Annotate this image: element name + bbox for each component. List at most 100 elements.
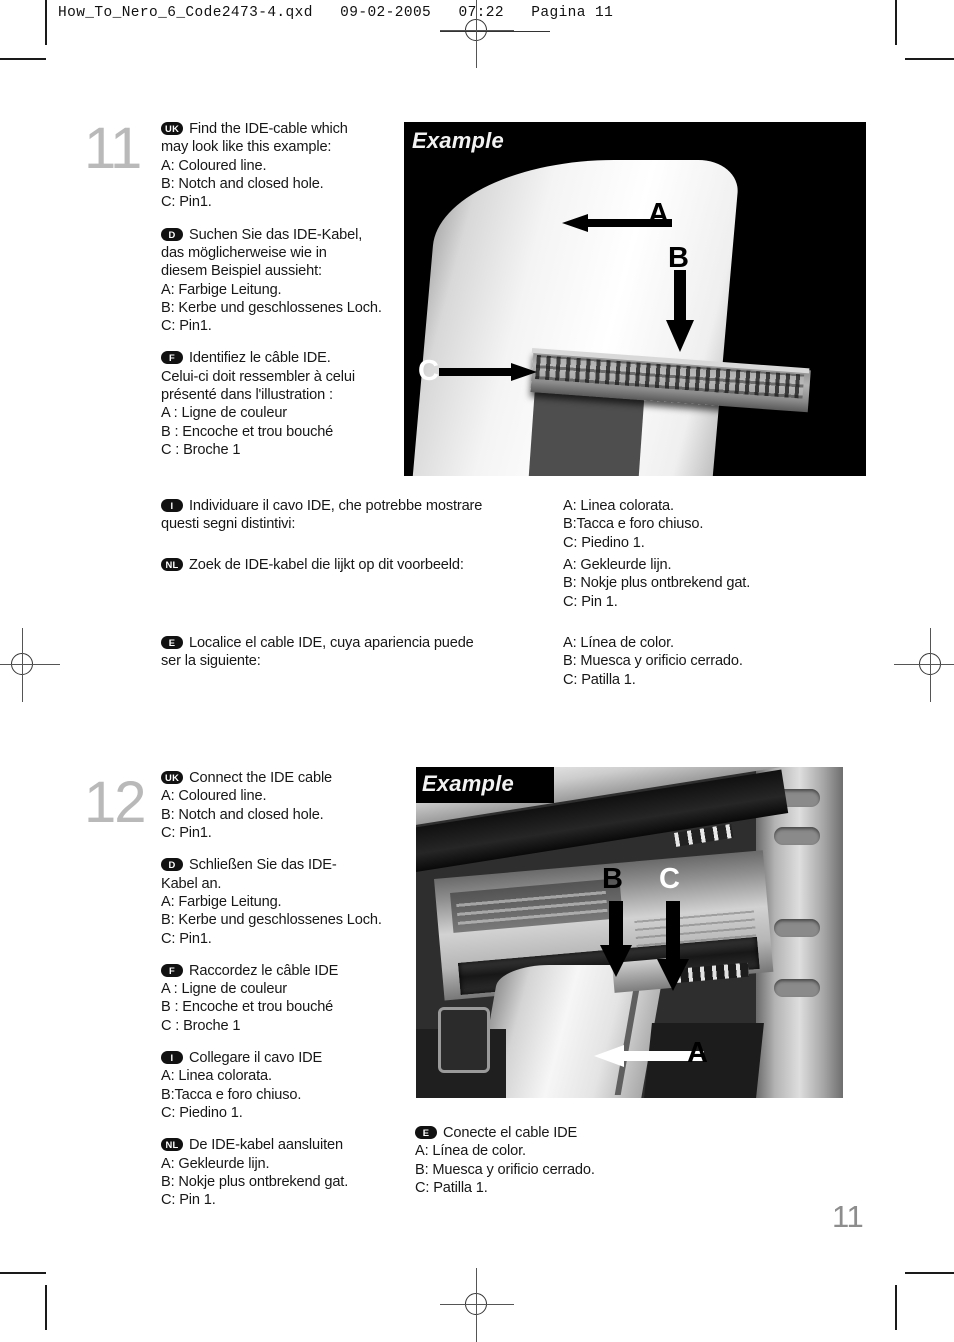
- paragraph-line: NL Zoek de IDE-kabel die lijkt op dit voo…: [161, 556, 551, 574]
- paragraph-line: A: Línea de color.: [563, 635, 674, 651]
- callout-letter-a: A: [687, 1037, 708, 1069]
- paragraph-line: I Individuare il cavo IDE, che potrebbe m…: [161, 497, 551, 515]
- crop-mark-top-right-vertical: [895, 0, 897, 45]
- language-flag-nl: NL: [161, 1138, 183, 1152]
- step-number-12: 12: [84, 770, 146, 835]
- language-flag-uk: UK: [161, 771, 184, 784]
- paragraph-line: A : Ligne de couleur: [161, 405, 288, 422]
- callout-letter-a: A: [648, 198, 669, 230]
- crop-mark-bottom-right-horizontal: [905, 1272, 954, 1274]
- paragraph-line: E Conecte el cable IDE: [415, 1124, 715, 1142]
- language-flag-d: D: [161, 227, 183, 241]
- paragraph-line: B: Notch and closed hole.: [161, 806, 324, 823]
- paragraph-line: B:Tacca e foro chiuso.: [563, 516, 704, 533]
- language-flag-e: E: [415, 1126, 437, 1139]
- callout-letter-c: C: [418, 355, 439, 387]
- paragraph-line: B: Kerbe und geschlossenes Loch.: [161, 912, 382, 929]
- paragraph-line: B:Tacca e foro chiuso.: [161, 1086, 302, 1103]
- page-number: 11: [832, 1199, 864, 1234]
- paragraph-line: B: Notch and closed hole.: [161, 175, 324, 192]
- step-11-row-e-left: E Localice el cable IDE, cuya apariencia …: [161, 634, 551, 671]
- step-11-row-i-left: I Individuare il cavo IDE, che potrebbe m…: [161, 497, 551, 534]
- registration-mark-bottom: [440, 1268, 514, 1342]
- callout-letter-c: C: [659, 863, 680, 895]
- paragraph-line: B: Muesca y orificio cerrado.: [415, 1161, 595, 1178]
- paragraph-line: A: Línea de color.: [415, 1143, 526, 1160]
- paragraph-line: E Localice el cable IDE, cuya apariencia …: [161, 634, 551, 652]
- crop-mark-top-right-horizontal: [905, 58, 954, 60]
- paragraph-line: B: Muesca y orificio cerrado.: [563, 653, 743, 670]
- crop-mark-bottom-right-vertical: [895, 1285, 897, 1330]
- paragraph-line: Kabel an.: [161, 875, 222, 892]
- paragraph-line: F Raccordez le câble IDE: [161, 962, 411, 980]
- language-flag-i: I: [161, 499, 183, 512]
- paragraph-line: may look like this example:: [161, 139, 332, 156]
- paragraph-line: C: Pin 1.: [161, 1192, 216, 1209]
- step-12-photo: Example B C A: [416, 767, 843, 1098]
- crop-mark-top-left-vertical: [45, 0, 47, 45]
- prepress-slug-line: How_To_Nero_6_Code2473-4.qxd 09-02-2005 …: [58, 5, 614, 21]
- callout-arrow-b: [666, 270, 694, 352]
- paragraph-line: D Schließen Sie das IDE-: [161, 856, 411, 874]
- paragraph-it: I Collegare il cavo IDE A: Linea colorata…: [161, 1049, 411, 1122]
- paragraph-fr: F Raccordez le câble IDE A : Ligne de cou…: [161, 962, 411, 1035]
- paragraph-line: A: Coloured line.: [161, 788, 267, 805]
- paragraph-line: A: Gekleurde lijn.: [161, 1155, 270, 1172]
- paragraph-nl: NL De IDE-kabel aansluiten A: Gekleurde l…: [161, 1136, 411, 1209]
- paragraph-line: C: Pin 1.: [563, 593, 618, 610]
- paragraph-line: B: Nokje plus ontbrekend gat.: [563, 575, 751, 592]
- callout-arrow-c: [439, 363, 537, 381]
- rail-slot-4: [774, 979, 820, 997]
- callout-letter-b: B: [602, 863, 623, 895]
- language-flag-i: I: [161, 1051, 183, 1065]
- paragraph-line: diesem Beispiel aussieht:: [161, 263, 322, 280]
- paragraph-line: A: Coloured line.: [161, 157, 267, 174]
- language-flag-e: E: [161, 636, 183, 649]
- step-number-11: 11: [84, 116, 142, 181]
- crop-mark-bottom-left-horizontal: [0, 1272, 46, 1274]
- step-11-row-nl-left: NL Zoek de IDE-kabel die lijkt op dit voo…: [161, 556, 551, 574]
- paragraph-line: B: Kerbe und geschlossenes Loch.: [161, 299, 382, 316]
- paragraph-line: D Suchen Sie das IDE-Kabel,: [161, 226, 401, 244]
- language-flag-f: F: [161, 351, 183, 365]
- paragraph-line: A : Ligne de couleur: [161, 981, 288, 998]
- registration-mark-right: [894, 628, 954, 702]
- paragraph-line: questi segni distintivi:: [161, 516, 296, 533]
- callout-letter-b: B: [668, 242, 689, 274]
- paragraph-line: C: Pin1.: [161, 318, 212, 335]
- step-11-photo: Example A B C: [404, 122, 866, 476]
- rail-slot-3: [774, 919, 820, 937]
- paragraph-fr: F Identifiez le câble IDE. Celui-ci doit …: [161, 349, 401, 459]
- paragraph-line: C: Patilla 1.: [415, 1179, 488, 1196]
- paragraph-line: C : Broche 1: [161, 442, 241, 458]
- rail-slot-2: [774, 827, 820, 845]
- language-flag-f: F: [161, 963, 183, 977]
- paragraph-line: C: Pin1.: [161, 930, 212, 947]
- crop-mark-bottom-left-vertical: [45, 1285, 47, 1330]
- paragraph-line: C: Piedino 1.: [161, 1105, 243, 1121]
- paragraph-line: C : Broche 1: [161, 1017, 241, 1034]
- paragraph-line: A: Farbige Leitung.: [161, 281, 282, 298]
- paragraph-line: A: Linea colorata.: [563, 498, 674, 514]
- step-11-left-text: UK Find the IDE-cable which may look like…: [161, 120, 401, 459]
- paragraph-line: ser la siguiente:: [161, 653, 261, 670]
- paragraph-line: UK Connect the IDE cable: [161, 769, 411, 787]
- paragraph-line: das möglicherweise wie in: [161, 244, 327, 261]
- paragraph-line: B: Nokje plus ontbrekend gat.: [161, 1173, 349, 1190]
- paragraph-line: C: Pin1.: [161, 194, 212, 211]
- example-label: Example: [412, 128, 504, 153]
- paragraph-line: Celui-ci doit ressembler à celui: [161, 368, 355, 385]
- example-label: Example: [422, 771, 514, 796]
- step-11-row-nl-right: A: Gekleurde lijn. B: Nokje plus ontbrek…: [563, 556, 863, 611]
- paragraph-de: D Suchen Sie das IDE-Kabel, das möglicher…: [161, 226, 401, 336]
- language-flag-d: D: [161, 858, 183, 872]
- paragraph-line: B : Encoche et trou bouché: [161, 999, 334, 1016]
- paragraph-line: UK Find the IDE-cable which: [161, 120, 401, 138]
- language-flag-uk: UK: [161, 122, 184, 135]
- paragraph-line: C: Piedino 1.: [563, 534, 645, 551]
- step-12-left-text: UK Connect the IDE cable A: Coloured line…: [161, 769, 411, 1210]
- crop-mark-top-left-horizontal: [0, 58, 46, 60]
- paragraph-line: C: Patilla 1.: [563, 671, 636, 688]
- paragraph-uk: UK Find the IDE-cable which may look like…: [161, 120, 401, 212]
- step-11-row-i-right: A: Linea colorata. B:Tacca e foro chiuso…: [563, 497, 863, 552]
